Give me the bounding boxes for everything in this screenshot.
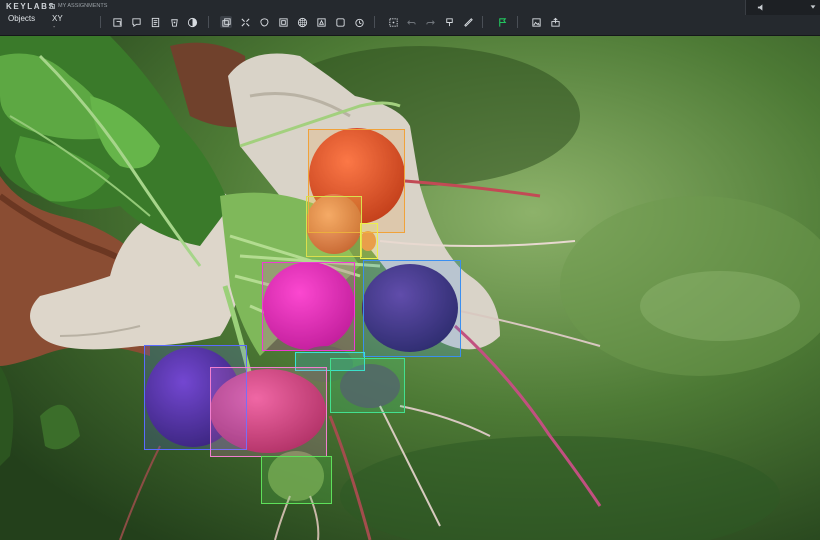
bucket-icon[interactable] [168,16,180,28]
chevron-down-icon[interactable] [809,3,817,11]
flag-icon[interactable] [496,16,508,28]
window-controls [745,0,820,15]
annotation-canvas[interactable] [0,36,820,540]
paint-icon[interactable] [443,16,455,28]
top-toolbar: KEYLABS MY ASSIGNMENTS Objects XY - [0,0,820,36]
layers-icon[interactable] [277,16,289,28]
bbox-magenta-radish[interactable] [262,262,355,351]
panel-icon[interactable] [334,16,346,28]
contrast-icon[interactable] [186,16,198,28]
assignments-icon [50,3,55,9]
toolbar-separator [517,16,518,28]
ruler-icon[interactable] [462,16,474,28]
app-logo: KEYLABS [6,2,56,11]
annotation-app: KEYLABS MY ASSIGNMENTS Objects XY - [0,0,820,540]
bbox-purple-radish[interactable] [363,260,461,357]
xy-value: - [53,24,56,31]
undo-icon[interactable] [405,16,417,28]
tab-xy[interactable]: XY [52,14,63,23]
redo-icon[interactable] [424,16,436,28]
copy-icon[interactable] [220,16,232,28]
timer-icon[interactable] [353,16,365,28]
image-icon[interactable] [530,16,542,28]
bbox-tiny-yellow-radish[interactable] [360,223,378,259]
share-icon[interactable] [549,16,561,28]
toolbar-separator [208,16,209,28]
tab-objects[interactable]: Objects [8,14,35,23]
my-assignments-link[interactable]: MY ASSIGNMENTS [50,3,107,9]
comment-icon[interactable] [130,16,142,28]
grid-icon[interactable] [296,16,308,28]
document-icon[interactable] [149,16,161,28]
crop-icon[interactable] [111,16,123,28]
expand-icon[interactable] [239,16,251,28]
blob-icon[interactable] [258,16,270,28]
toolbar-separator [374,16,375,28]
bbox-pink-radish[interactable] [210,367,327,457]
polygon-icon[interactable] [315,16,327,28]
speaker-icon[interactable] [757,3,766,12]
toolbar-separator [482,16,483,28]
select-icon[interactable] [387,16,399,28]
bbox-green-radish-bottom[interactable] [261,456,332,504]
toolbar-separator [100,16,101,28]
bbox-small-orange-radish[interactable] [306,196,362,257]
bbox-green-hidden-radish[interactable] [330,358,405,413]
assignments-label: MY ASSIGNMENTS [58,3,108,9]
